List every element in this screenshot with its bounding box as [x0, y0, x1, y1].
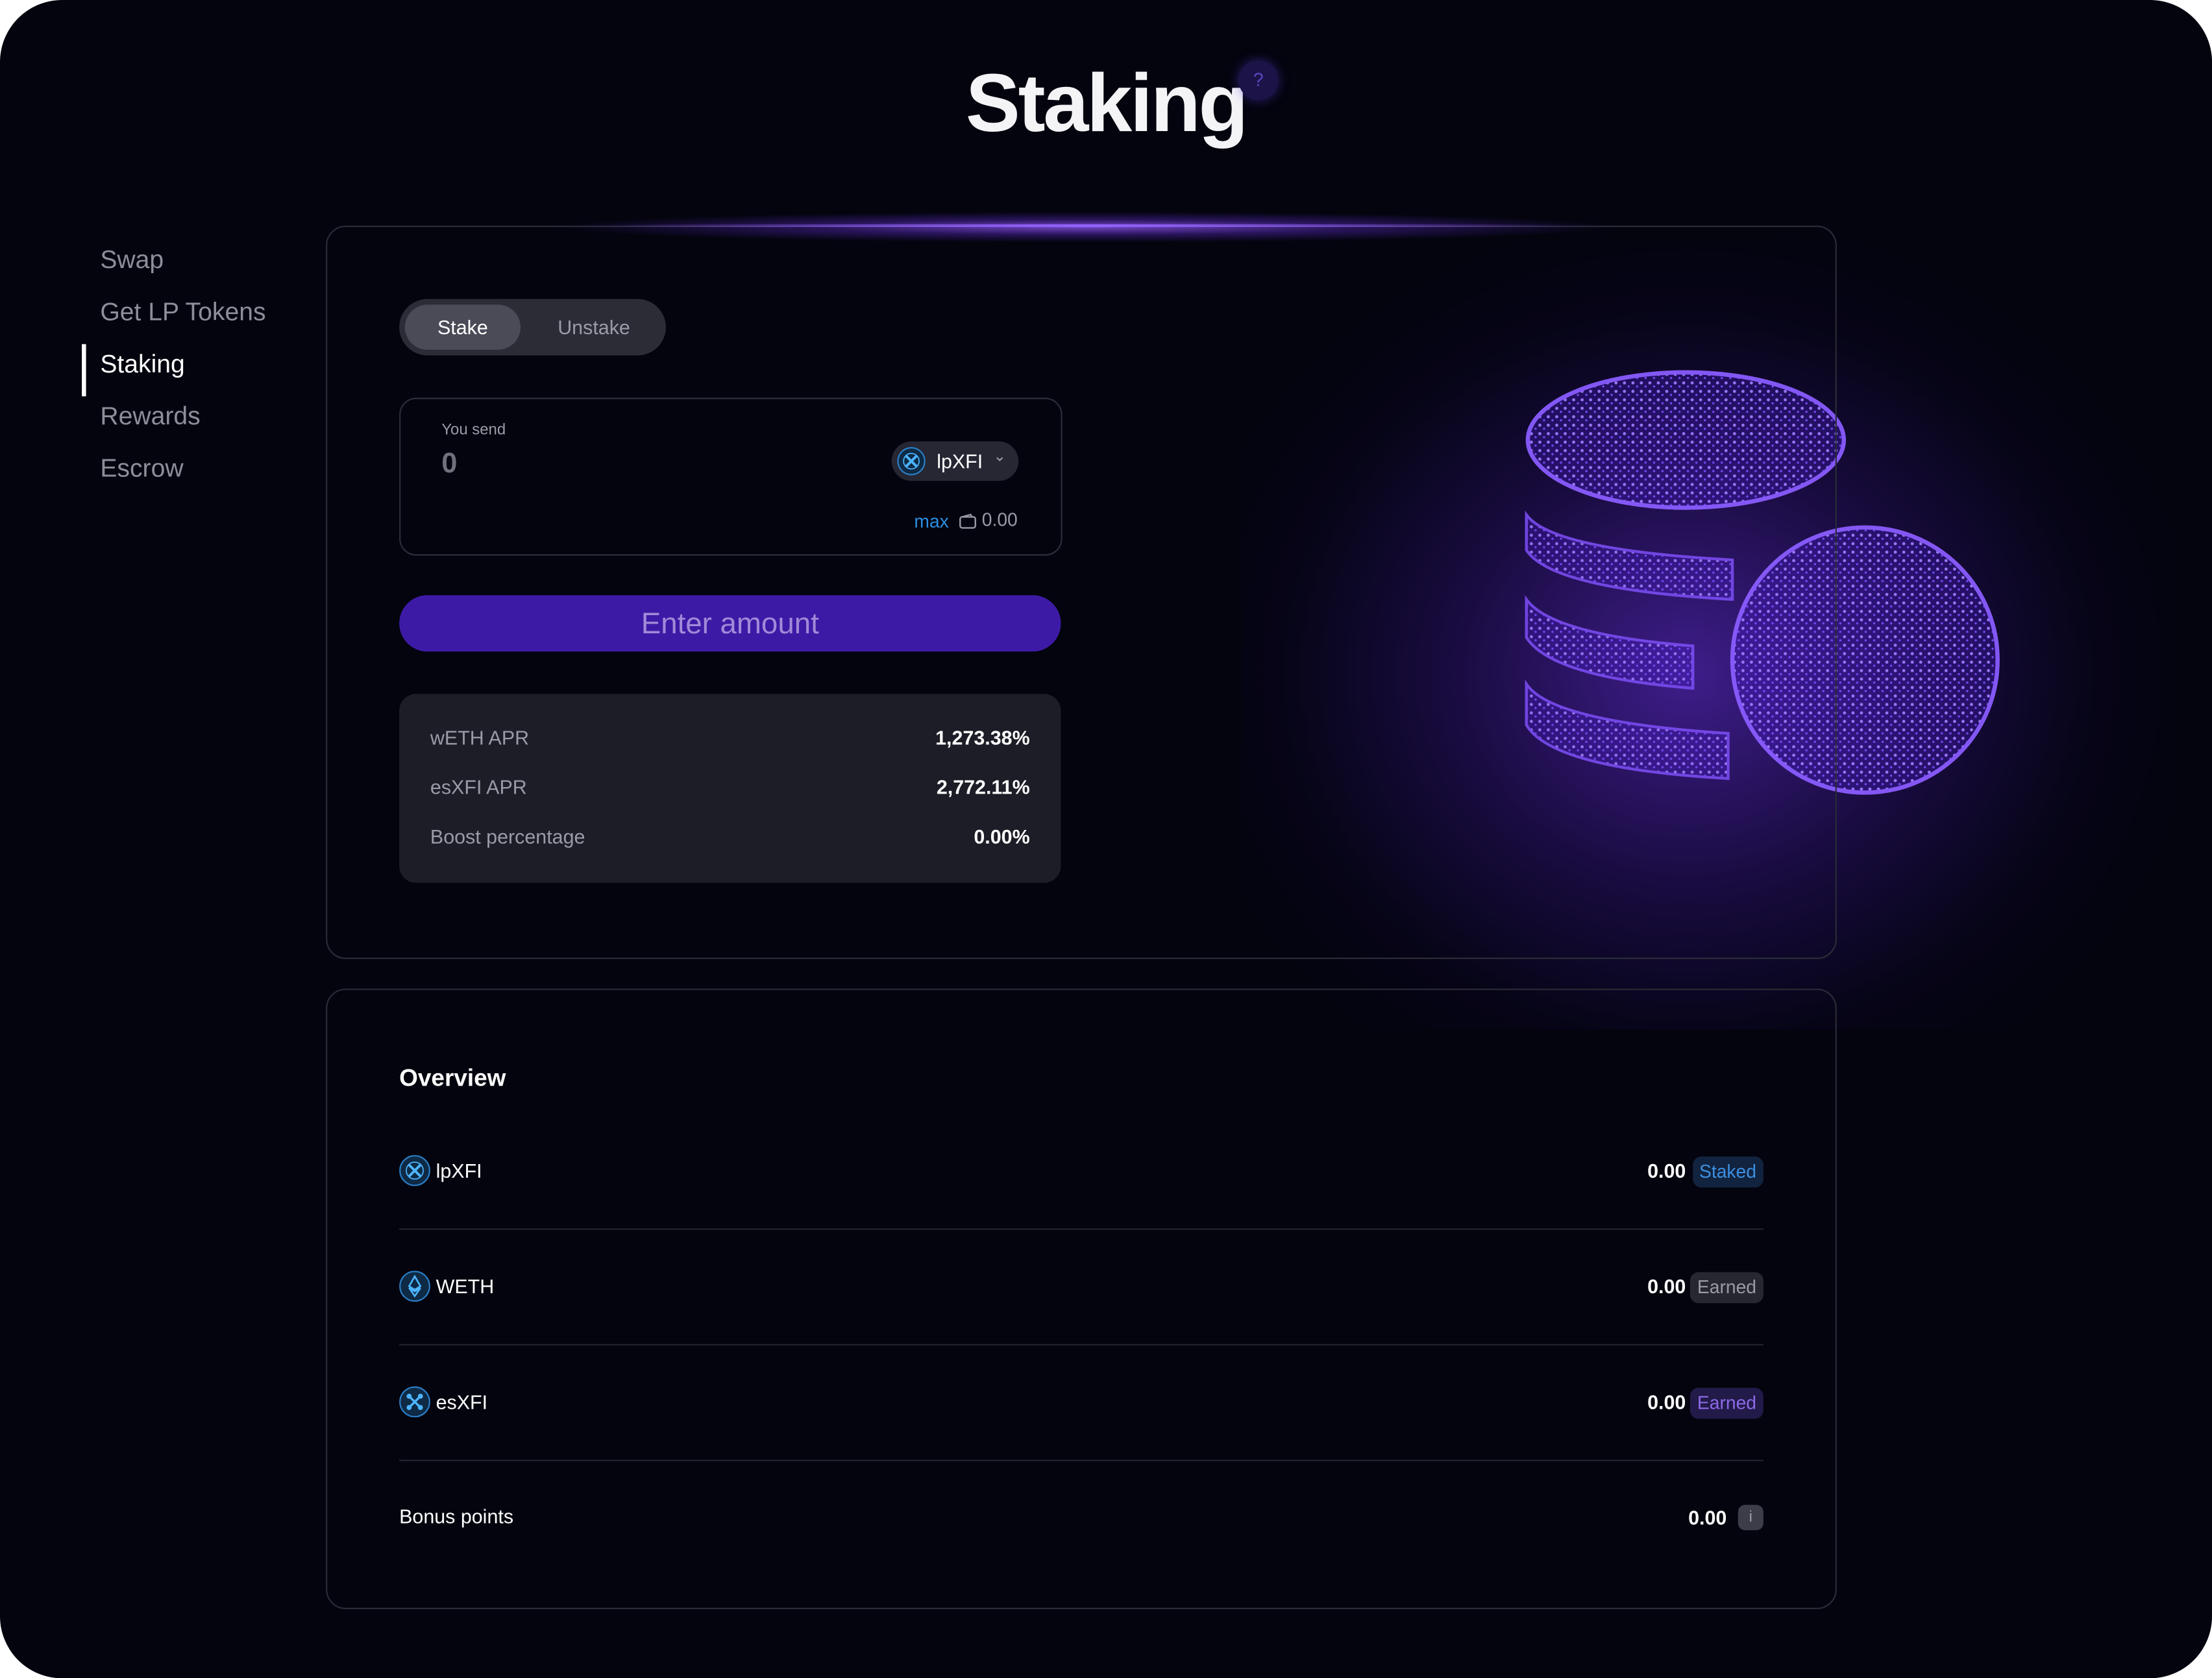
tab-unstake[interactable]: Unstake — [532, 304, 656, 350]
wallet-balance: 0.00 — [981, 509, 1018, 531]
xfi-token-icon — [399, 1155, 430, 1186]
overview-row-weth: WETH 0.00 Earned — [399, 1271, 1763, 1304]
stat-row-weth-apr: wETH APR 1,273.38% — [430, 726, 1030, 754]
divider — [399, 1228, 1763, 1230]
sidebar-item-escrow[interactable]: Escrow — [82, 448, 265, 500]
token-name: lpXFI — [436, 1159, 482, 1182]
stat-value: 1,273.38% — [935, 726, 1030, 749]
stat-label: Boost percentage — [430, 825, 585, 848]
stat-label: wETH APR — [430, 726, 530, 749]
token-name: lpXFI — [937, 450, 983, 473]
token-amount: 0.00 — [1647, 1274, 1686, 1298]
token-name: WETH — [436, 1274, 495, 1298]
overview-row-esxfi: esXFI 0.00 Earned — [399, 1386, 1763, 1420]
send-label: You send — [441, 421, 506, 439]
divider — [399, 1459, 1763, 1461]
sidebar-item-staking[interactable]: Staking — [82, 344, 265, 396]
wallet-icon — [959, 513, 976, 529]
sidebar-item-get-lp-tokens[interactable]: Get LP Tokens — [82, 292, 265, 344]
xfi-token-icon — [897, 447, 926, 476]
token-amount: 0.00 — [1647, 1159, 1686, 1182]
token-amount: 0.00 — [1647, 1391, 1686, 1413]
help-icon[interactable]: ? — [1238, 60, 1279, 101]
page-title: Staking — [965, 58, 1249, 150]
divider — [399, 1344, 1763, 1346]
esxfi-token-icon — [399, 1386, 430, 1418]
card-glow-line — [606, 224, 1566, 227]
stat-row-boost: Boost percentage 0.00% — [430, 825, 1030, 853]
token-select[interactable]: lpXFI ⌄ — [891, 441, 1019, 481]
stat-value: 0.00% — [974, 825, 1030, 848]
amount-input[interactable] — [438, 446, 727, 483]
overview-row-lpxfi: lpXFI 0.00 Staked — [399, 1155, 1763, 1189]
enter-amount-button[interactable]: Enter amount — [399, 595, 1061, 652]
stake-unstake-toggle: Stake Unstake — [399, 298, 666, 356]
stat-row-esxfi-apr: esXFI APR 2,772.11% — [430, 775, 1030, 803]
stat-label: esXFI APR — [430, 775, 527, 799]
info-icon[interactable]: i — [1738, 1505, 1763, 1531]
apr-stats: wETH APR 1,273.38% esXFI APR 2,772.11% B… — [399, 694, 1061, 883]
max-button[interactable]: max — [914, 511, 948, 532]
token-name: esXFI — [436, 1391, 488, 1413]
chevron-down-icon: ⌄ — [993, 448, 1007, 466]
status-badge: Earned — [1690, 1387, 1763, 1419]
tab-stake[interactable]: Stake — [404, 304, 521, 350]
status-badge: Staked — [1692, 1156, 1763, 1188]
status-badge: Earned — [1690, 1272, 1763, 1304]
sidebar: Swap Get LP Tokens Staking Rewards Escro… — [82, 239, 266, 500]
send-amount-box: You send lpXFI ⌄ max 0.00 — [399, 397, 1063, 556]
sidebar-item-rewards[interactable]: Rewards — [82, 396, 265, 448]
eth-token-icon — [399, 1271, 430, 1302]
bonus-points-row: Bonus points 0.00 i — [399, 1501, 1763, 1535]
overview-title: Overview — [399, 1064, 506, 1092]
bonus-value: 0.00 — [1688, 1506, 1727, 1529]
bonus-label: Bonus points — [399, 1505, 514, 1527]
app-window: Staking ? Swap Get LP Tokens Staking Rew… — [0, 0, 2212, 1678]
stat-value: 2,772.11% — [936, 775, 1030, 799]
sidebar-item-swap[interactable]: Swap — [82, 239, 265, 291]
